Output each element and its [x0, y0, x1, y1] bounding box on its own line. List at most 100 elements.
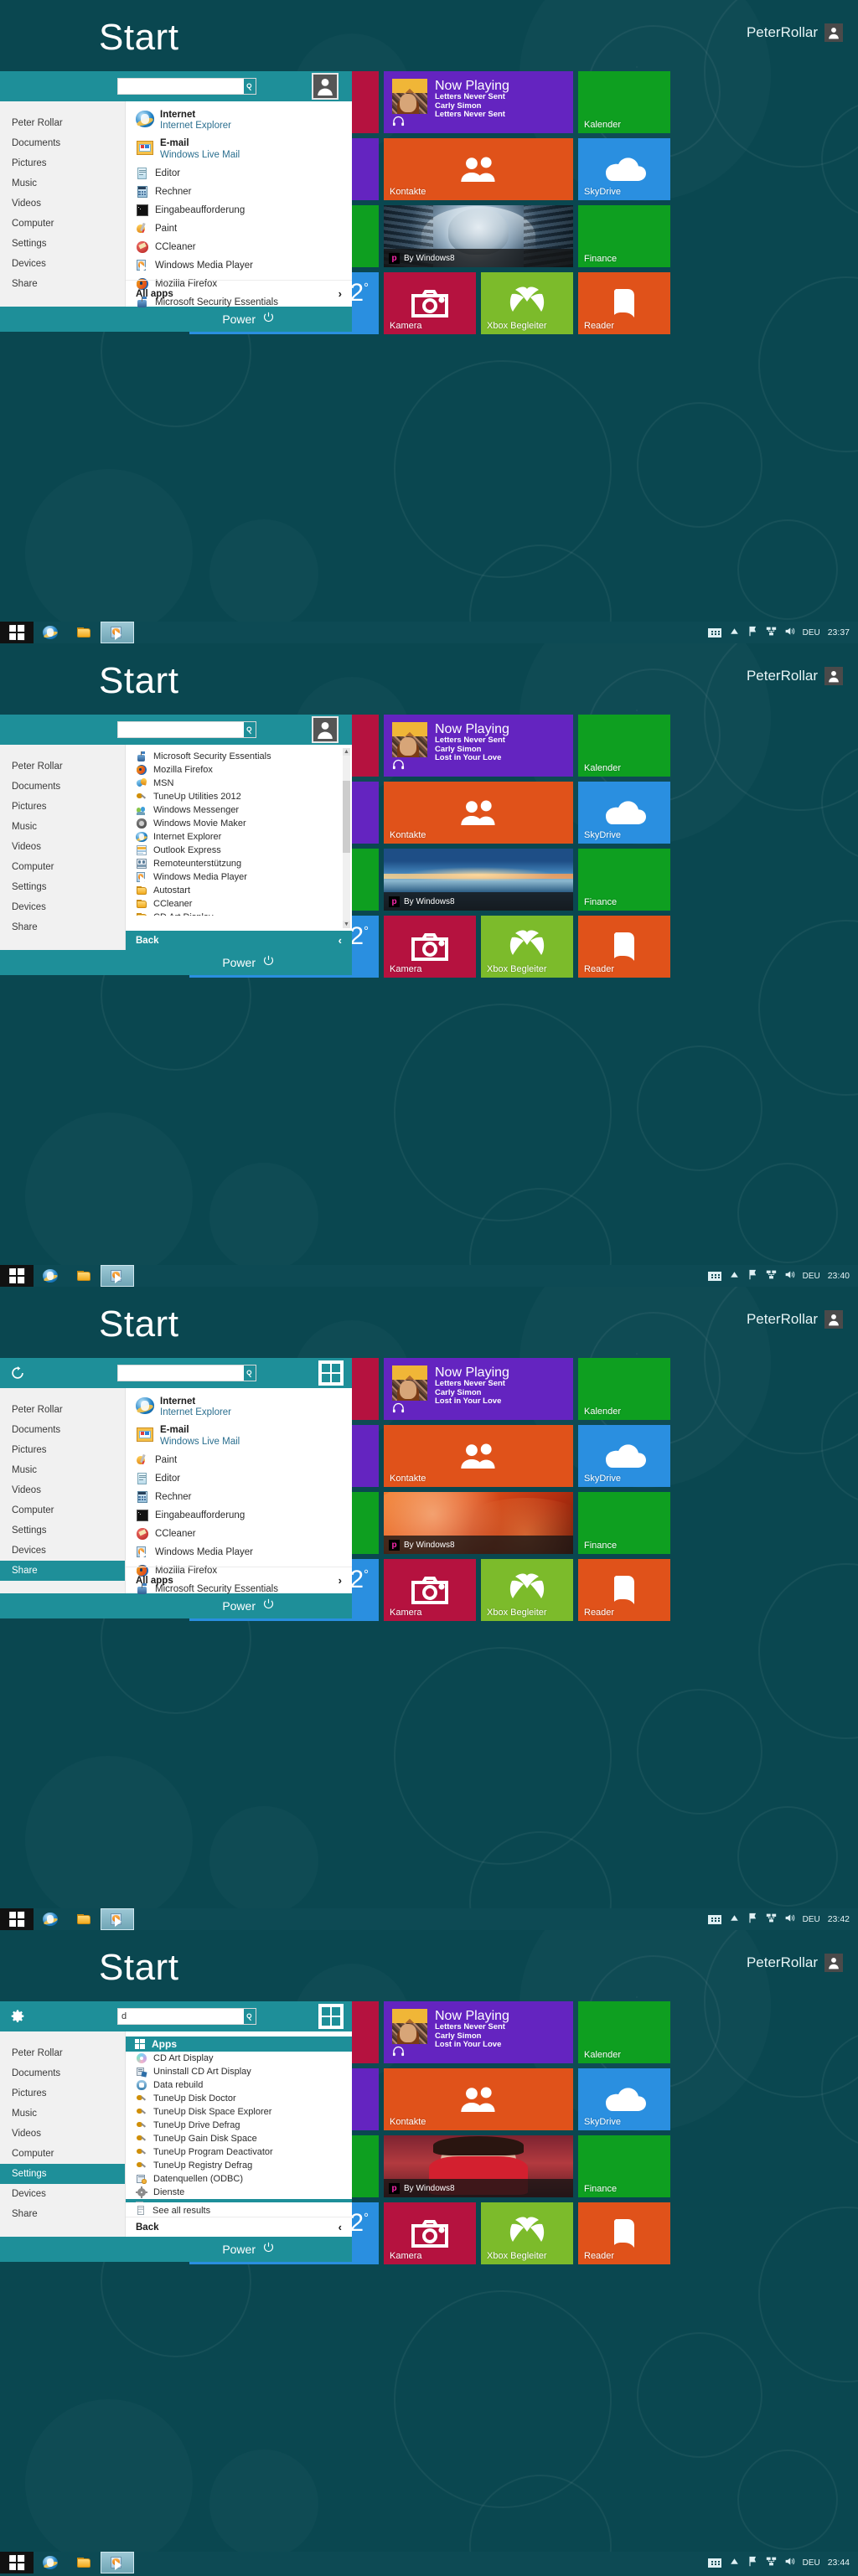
place-item-share[interactable]: Share [0, 917, 125, 937]
program-item[interactable]: Mozilla Firefox [126, 763, 340, 777]
scroll-down-arrow-icon[interactable]: ▼ [343, 921, 350, 928]
place-item-peter-rollar[interactable]: Peter Rollar [0, 756, 125, 777]
tile-contacts[interactable]: Kontakte [384, 782, 573, 844]
windows-logo-button[interactable] [318, 2004, 344, 2029]
search-input-wrap[interactable] [117, 78, 256, 95]
result-item[interactable]: TuneUp Disk Space Explorer [126, 2105, 352, 2119]
tile-contacts[interactable]: Kontakte [384, 1425, 573, 1487]
place-item-pictures[interactable]: Pictures [0, 153, 125, 173]
gear-icon[interactable] [10, 2009, 25, 2024]
place-item-devices[interactable]: Devices [0, 254, 125, 274]
avatar[interactable] [824, 23, 843, 42]
power-bar[interactable]: Power [0, 2237, 352, 2262]
result-item[interactable]: TuneUp Drive Defrag [126, 2119, 352, 2132]
tile-photo-windows8[interactable]: p By Windows8 [384, 2135, 573, 2197]
search-input-wrap[interactable] [117, 2008, 256, 2025]
language-indicator[interactable]: DEU [803, 2558, 820, 2568]
user-account[interactable]: PeterRollar [747, 667, 843, 685]
search-input[interactable] [118, 2009, 244, 2024]
network-icon[interactable] [766, 626, 777, 639]
taskbar-file-explorer-button[interactable] [67, 2552, 101, 2573]
program-item[interactable]: Eingabeaufforderung [126, 1506, 352, 1525]
result-item[interactable]: Datenquellen (ODBC) [126, 2172, 352, 2186]
tray-expand-arrow-icon[interactable] [729, 626, 740, 639]
program-item[interactable]: Outlook Express [126, 844, 340, 857]
place-item-computer[interactable]: Computer [0, 857, 125, 877]
tile-calendar[interactable]: Kalender [578, 2001, 670, 2063]
place-item-devices[interactable]: Devices [0, 897, 125, 917]
power-icon[interactable] [262, 2241, 275, 2258]
power-icon[interactable] [262, 311, 275, 328]
taskbar-start-button[interactable] [0, 1265, 34, 1287]
keyboard-icon[interactable] [707, 627, 721, 638]
taskbar-media-player-button[interactable] [101, 2552, 134, 2573]
volume-icon[interactable] [784, 1913, 795, 1926]
place-item-music[interactable]: Music [0, 173, 125, 194]
search-input[interactable] [118, 1365, 244, 1381]
program-item[interactable]: Editor [126, 164, 352, 183]
share-icon[interactable] [10, 1365, 25, 1381]
volume-icon[interactable] [784, 1269, 795, 1283]
tile-finance[interactable]: Finance [578, 849, 670, 911]
power-bar[interactable]: Power [0, 950, 352, 975]
place-item-peter-rollar[interactable]: Peter Rollar [0, 2043, 125, 2063]
place-item-share[interactable]: Share [0, 2204, 125, 2224]
place-item-documents[interactable]: Documents [0, 2063, 125, 2083]
user-account[interactable]: PeterRollar [747, 1954, 843, 1972]
place-item-settings[interactable]: Settings [0, 877, 125, 897]
taskbar-internet-explorer-button[interactable] [34, 1908, 67, 1930]
program-item[interactable]: Windows Media Player [126, 256, 352, 275]
keyboard-icon[interactable] [707, 2558, 721, 2568]
program-item[interactable]: Rechner [126, 183, 352, 201]
network-icon[interactable] [766, 2556, 777, 2569]
power-icon[interactable] [262, 1598, 275, 1614]
scrollbar-thumb[interactable] [343, 780, 350, 853]
keyboard-icon[interactable] [707, 1914, 721, 1924]
program-item[interactable]: Internet Internet Explorer [126, 1393, 352, 1422]
program-item[interactable]: E-mail Windows Live Mail [126, 135, 352, 163]
program-item[interactable]: Microsoft Security Essentials [126, 750, 340, 763]
tile-now-playing[interactable]: Now Playing Letters Never Sent Carly Simon… [384, 1358, 573, 1420]
network-icon[interactable] [766, 1913, 777, 1926]
tray-expand-arrow-icon[interactable] [729, 2556, 740, 2569]
search-input[interactable] [118, 722, 244, 737]
place-item-videos[interactable]: Videos [0, 2124, 125, 2144]
result-item[interactable]: TuneUp Program Deactivator [126, 2145, 352, 2159]
place-item-peter-rollar[interactable]: Peter Rollar [0, 1400, 125, 1420]
taskbar-file-explorer-button[interactable] [67, 622, 101, 643]
place-item-computer[interactable]: Computer [0, 2144, 125, 2164]
program-item[interactable]: Windows Media Player [126, 870, 340, 885]
tile-reader[interactable]: Reader [578, 1559, 670, 1621]
tile-camera[interactable]: Kamera [384, 272, 476, 334]
search-input-wrap[interactable] [117, 721, 256, 738]
taskbar-media-player-button[interactable] [101, 622, 134, 643]
place-item-devices[interactable]: Devices [0, 2184, 125, 2204]
windows-logo-button[interactable] [318, 1360, 344, 1386]
program-item[interactable]: CCleaner [126, 1525, 352, 1543]
tile-camera[interactable]: Kamera [384, 1559, 476, 1621]
taskbar-media-player-button[interactable] [101, 1908, 134, 1930]
place-item-devices[interactable]: Devices [0, 1541, 125, 1561]
taskbar-media-player-button[interactable] [101, 1265, 134, 1287]
place-item-documents[interactable]: Documents [0, 133, 125, 153]
network-icon[interactable] [766, 1269, 777, 1283]
tile-skydrive[interactable]: SkyDrive [578, 138, 670, 200]
avatar[interactable] [824, 1310, 843, 1329]
power-icon[interactable] [262, 954, 275, 971]
program-item[interactable]: Windows Messenger [126, 803, 340, 817]
result-item[interactable]: Uninstall CD Art Display [126, 2065, 352, 2078]
place-item-videos[interactable]: Videos [0, 1480, 125, 1500]
result-item[interactable]: TuneUp Gain Disk Space [126, 2132, 352, 2145]
program-item[interactable]: Autostart [126, 884, 340, 897]
place-item-documents[interactable]: Documents [0, 777, 125, 797]
place-item-pictures[interactable]: Pictures [0, 2083, 125, 2104]
result-item[interactable]: TuneUp Disk Doctor [126, 2092, 352, 2105]
program-item[interactable]: Internet Explorer [126, 830, 340, 844]
program-item[interactable]: Internet Internet Explorer [126, 106, 352, 135]
program-item[interactable]: TuneUp Utilities 2012 [126, 790, 340, 803]
place-item-music[interactable]: Music [0, 1460, 125, 1480]
tile-photo-windows8[interactable]: p By Windows8 [384, 1492, 573, 1554]
taskbar-file-explorer-button[interactable] [67, 1265, 101, 1287]
tray-expand-arrow-icon[interactable] [729, 1269, 740, 1283]
program-item[interactable]: Rechner [126, 1488, 352, 1506]
